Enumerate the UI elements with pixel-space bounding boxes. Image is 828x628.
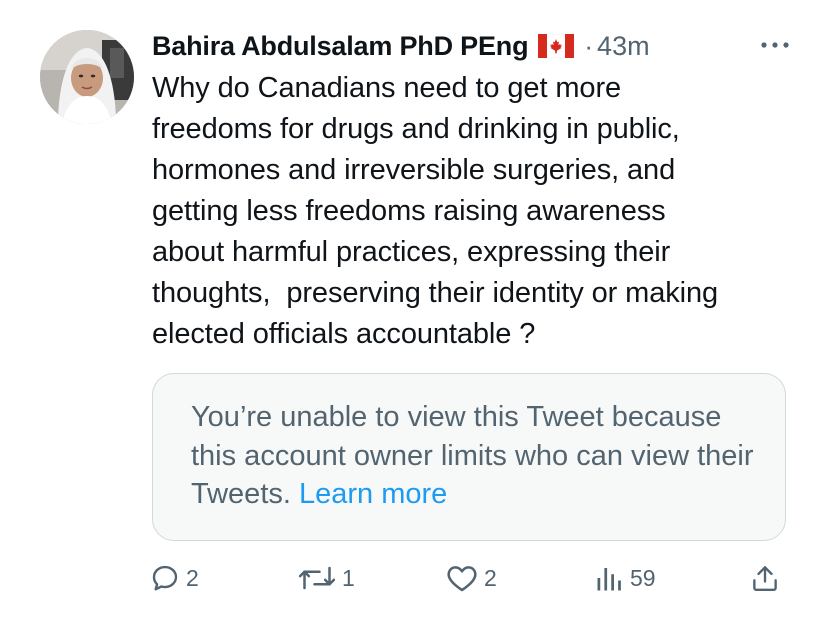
timestamp[interactable]: 43m: [597, 31, 650, 62]
tweet-actions: 2 1 2 59: [0, 558, 828, 598]
unavailable-quote-card: You’re unable to view this Tweet because…: [152, 373, 786, 541]
tweet-header: Bahira Abdulsalam PhD PEng · 43m: [152, 24, 802, 68]
share-icon: [753, 566, 777, 591]
author-name[interactable]: Bahira Abdulsalam PhD PEng: [152, 31, 529, 62]
canada-flag-icon: [538, 34, 575, 58]
like-count: 2: [484, 564, 497, 591]
learn-more-link[interactable]: Learn more: [299, 478, 447, 510]
more-horizontal-icon: [761, 42, 789, 48]
retweet-icon: [298, 566, 336, 590]
reply-button[interactable]: 2: [150, 558, 199, 598]
share-button[interactable]: [752, 558, 778, 598]
unavailable-message: You’re unable to view this Tweet because…: [191, 398, 761, 514]
avatar-image: [40, 30, 134, 124]
tweet-text: Why do Canadians need to get more freedo…: [152, 72, 719, 350]
reply-count: 2: [186, 564, 199, 591]
avatar[interactable]: [40, 30, 134, 124]
views-button[interactable]: 59: [596, 558, 656, 598]
more-options-button[interactable]: [752, 30, 798, 60]
separator-dot: ·: [584, 30, 594, 61]
views-count: 59: [630, 564, 656, 591]
unavailable-message-text: You’re unable to view this Tweet because…: [191, 401, 754, 510]
like-button[interactable]: 2: [446, 558, 497, 598]
retweet-count: 1: [342, 564, 355, 591]
tweet: Bahira Abdulsalam PhD PEng · 43m Why do …: [0, 0, 828, 628]
reply-icon: [152, 565, 178, 591]
views-icon: [597, 568, 621, 591]
heart-icon: [447, 566, 477, 592]
retweet-button[interactable]: 1: [298, 558, 355, 598]
